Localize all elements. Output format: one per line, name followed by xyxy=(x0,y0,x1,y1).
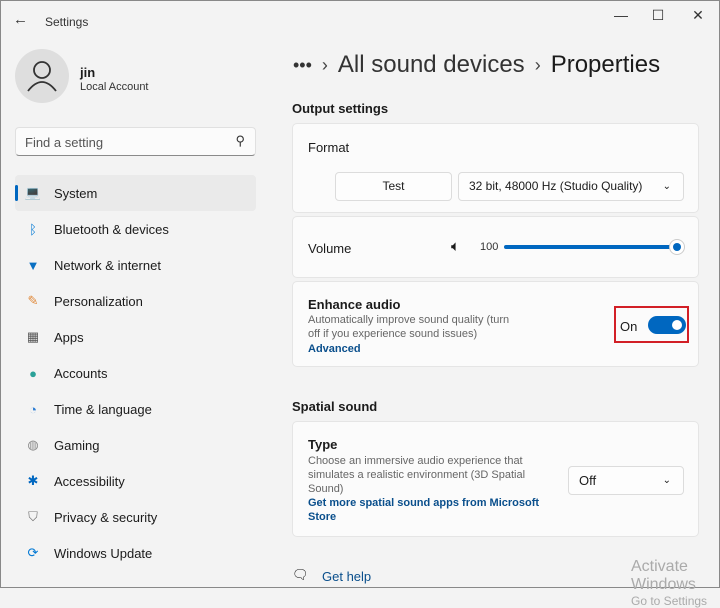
sidebar-item-system[interactable]: 💻 System xyxy=(15,175,256,211)
volume-label: Volume xyxy=(308,241,352,256)
spatial-type-card: Type Choose an immersive audio experienc… xyxy=(292,421,699,537)
spatial-type-value: Off xyxy=(579,473,597,488)
type-desc: simulates a realistic environment (3D Sp… xyxy=(308,469,526,481)
chevron-down-icon: ⌄ xyxy=(662,181,671,192)
nav-icon: ᛒ xyxy=(29,221,37,237)
nav-label: Bluetooth & devices xyxy=(54,221,169,237)
nav-label: Privacy & security xyxy=(54,509,158,525)
nav-icon: 💻 xyxy=(24,185,42,200)
nav-label: Accounts xyxy=(54,365,108,381)
sidebar-item-apps[interactable]: ▦ Apps xyxy=(15,319,256,355)
volume-value: 100 xyxy=(480,241,499,253)
store-link[interactable]: Store xyxy=(308,511,336,523)
search-input[interactable]: Find a setting ⚲ xyxy=(15,127,256,156)
type-desc: Sound) xyxy=(308,483,344,495)
nav-label: Gaming xyxy=(54,437,100,453)
activation-watermark: Activate Windows Go to Settings xyxy=(631,558,717,608)
close-button[interactable]: ✕ xyxy=(683,7,713,25)
maximize-button[interactable]: ☐ xyxy=(643,7,673,25)
test-button[interactable]: Test xyxy=(335,172,452,201)
nav-icon: ✎ xyxy=(27,293,39,308)
format-label: Format xyxy=(308,140,350,155)
breadcrumb-parent[interactable]: All sound devices xyxy=(338,51,525,79)
help-icon: 🗨︎ xyxy=(292,567,309,582)
sidebar-item-accounts[interactable]: ● Accounts xyxy=(15,355,256,391)
spatial-sound-heading: Spatial sound xyxy=(292,399,378,414)
format-card: Format Test 32 bit, 48000 Hz (Studio Qua… xyxy=(292,123,699,213)
format-dropdown[interactable]: 32 bit, 48000 Hz (Studio Quality) ⌄ xyxy=(458,172,684,201)
nav-label: Apps xyxy=(54,329,84,345)
nav-icon: ◔ xyxy=(29,401,37,417)
nav-icon: ● xyxy=(29,365,37,381)
sidebar-item-gaming[interactable]: ◍ Gaming xyxy=(15,427,256,463)
type-title: Type xyxy=(308,437,338,452)
store-link[interactable]: Get more spatial sound apps from Microso… xyxy=(308,497,539,509)
window-title: Settings xyxy=(45,15,89,29)
nav-label: Accessibility xyxy=(54,473,125,489)
volume-slider[interactable] xyxy=(504,245,676,249)
sidebar-item-accessibility[interactable]: ✱ Accessibility xyxy=(15,463,256,499)
search-placeholder: Find a setting xyxy=(25,135,104,150)
format-value: 32 bit, 48000 Hz (Studio Quality) xyxy=(469,179,643,193)
nav-icon: ▦ xyxy=(26,329,40,344)
nav-icon: ⛉ xyxy=(28,509,38,524)
advanced-link[interactable]: Advanced xyxy=(308,343,361,355)
breadcrumb-more-button[interactable]: ••• xyxy=(293,55,312,76)
sidebar-item-privacy-security[interactable]: ⛉ Privacy & security xyxy=(15,499,256,535)
breadcrumb: ••• › All sound devices › Properties xyxy=(293,51,660,79)
enhance-audio-title: Enhance audio xyxy=(308,297,401,312)
search-icon: ⚲ xyxy=(235,133,245,148)
type-desc: Choose an immersive audio experience tha… xyxy=(308,455,523,467)
output-settings-heading: Output settings xyxy=(292,101,389,116)
get-help-link[interactable]: Get help xyxy=(322,569,371,584)
avatar[interactable] xyxy=(15,49,69,103)
chevron-right-icon: › xyxy=(321,54,328,75)
nav-icon: ▼ xyxy=(26,257,40,273)
minimize-button[interactable]: — xyxy=(606,7,636,25)
nav-label: System xyxy=(54,185,98,201)
sidebar-item-time-language[interactable]: ◔ Time & language xyxy=(15,391,256,427)
nav-label: Windows Update xyxy=(54,545,153,561)
back-button[interactable]: ← xyxy=(13,11,28,28)
title-bar: ← Settings — ☐ ✕ xyxy=(1,1,719,41)
enhance-audio-desc: off if you experience sound issues) xyxy=(308,328,478,340)
user-name: jin xyxy=(80,65,96,80)
spatial-type-dropdown[interactable]: Off ⌄ xyxy=(568,466,684,495)
nav-label: Personalization xyxy=(54,293,143,309)
nav-icon: ✱ xyxy=(27,473,39,488)
nav-icon: ◍ xyxy=(27,437,39,452)
account-type: Local Account xyxy=(80,81,149,93)
sidebar-item-bluetooth-devices[interactable]: ᛒ Bluetooth & devices xyxy=(15,211,256,247)
chevron-right-icon: › xyxy=(534,54,541,75)
page-title: Properties xyxy=(550,51,661,78)
highlight-box xyxy=(614,306,689,343)
nav-label: Network & internet xyxy=(54,257,161,273)
watermark-line: Go to Settings xyxy=(631,594,708,608)
enhance-audio-desc: Automatically improve sound quality (tur… xyxy=(308,314,510,326)
nav-label: Time & language xyxy=(54,401,152,417)
chevron-down-icon: ⌄ xyxy=(662,475,671,486)
speaker-icon[interactable]: 🔈︎ xyxy=(451,238,460,255)
nav-icon: ⟳ xyxy=(27,545,39,560)
volume-slider-thumb[interactable] xyxy=(669,239,685,255)
sidebar-item-network-internet[interactable]: ▼ Network & internet xyxy=(15,247,256,283)
sidebar-item-windows-update[interactable]: ⟳ Windows Update xyxy=(15,535,256,571)
watermark-line: Activate Windows xyxy=(631,558,696,593)
user-icon xyxy=(27,61,57,92)
sidebar-nav: 💻 System ᛒ Bluetooth & devices ▼ Network & in… xyxy=(15,175,256,571)
sidebar-item-personalization[interactable]: ✎ Personalization xyxy=(15,283,256,319)
